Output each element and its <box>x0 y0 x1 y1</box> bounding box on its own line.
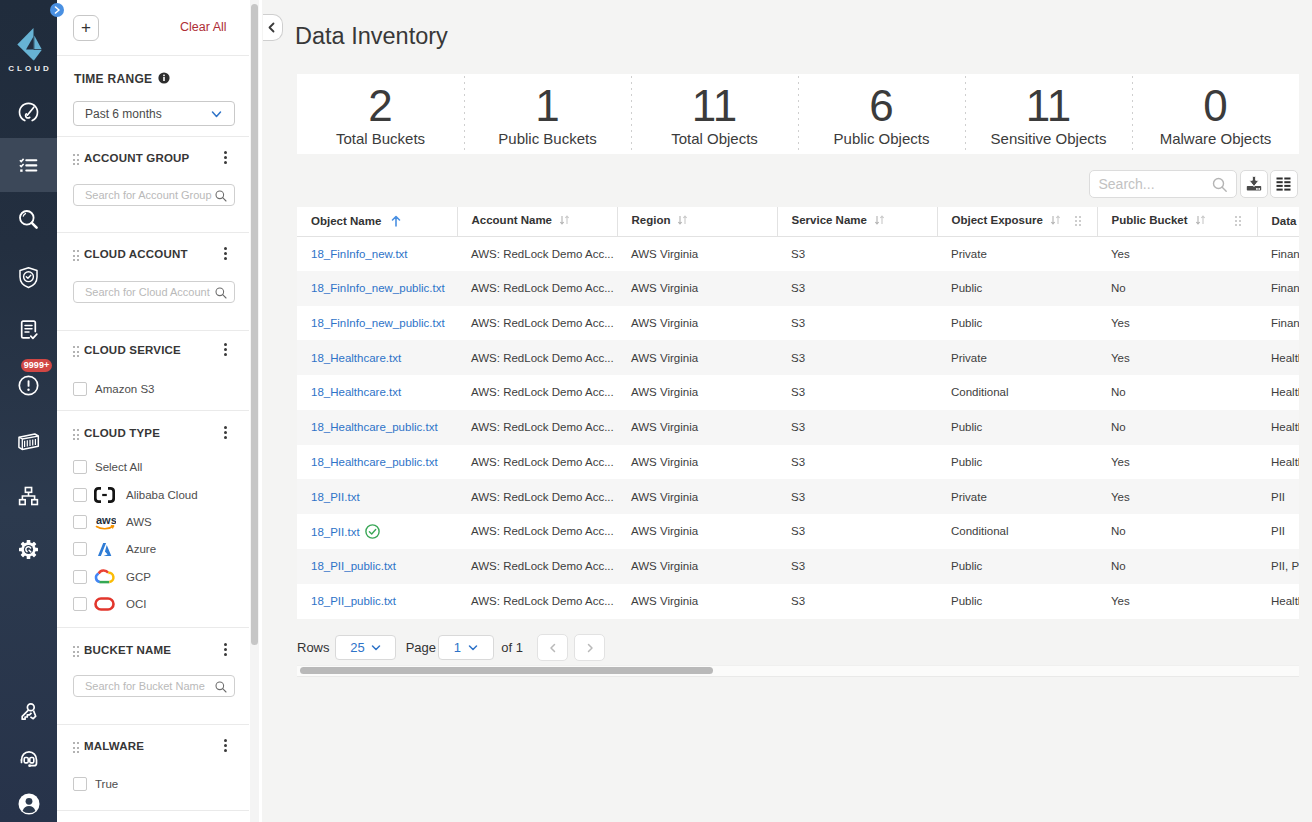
svg-text:aws: aws <box>96 514 116 526</box>
